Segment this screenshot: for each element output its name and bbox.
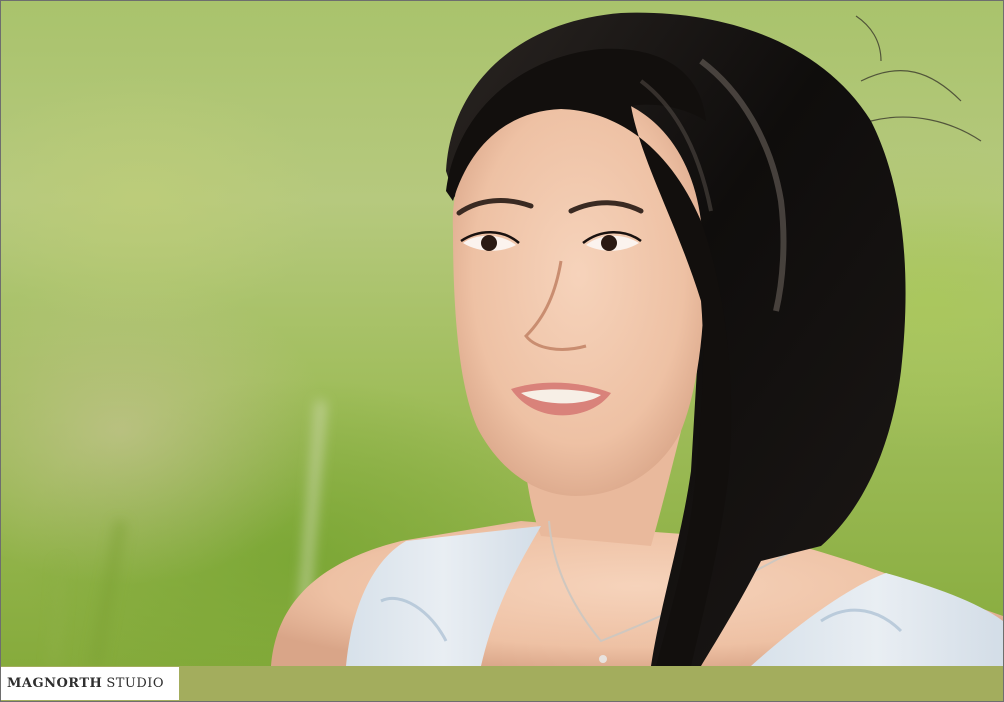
necklace-pendant [599,655,607,663]
portrait-illustration [48,12,1003,666]
photo-frame: MAGNORTH STUDIO [0,0,1004,702]
studio-name-bold: MAGNORTH [7,676,103,691]
hair-strands [855,15,982,142]
portrait-photo [1,1,1003,666]
face [452,93,705,496]
footer-band: MAGNORTH STUDIO [1,666,1003,701]
studio-name-regular: STUDIO [106,676,165,691]
studio-logo: MAGNORTH STUDIO [1,667,179,700]
